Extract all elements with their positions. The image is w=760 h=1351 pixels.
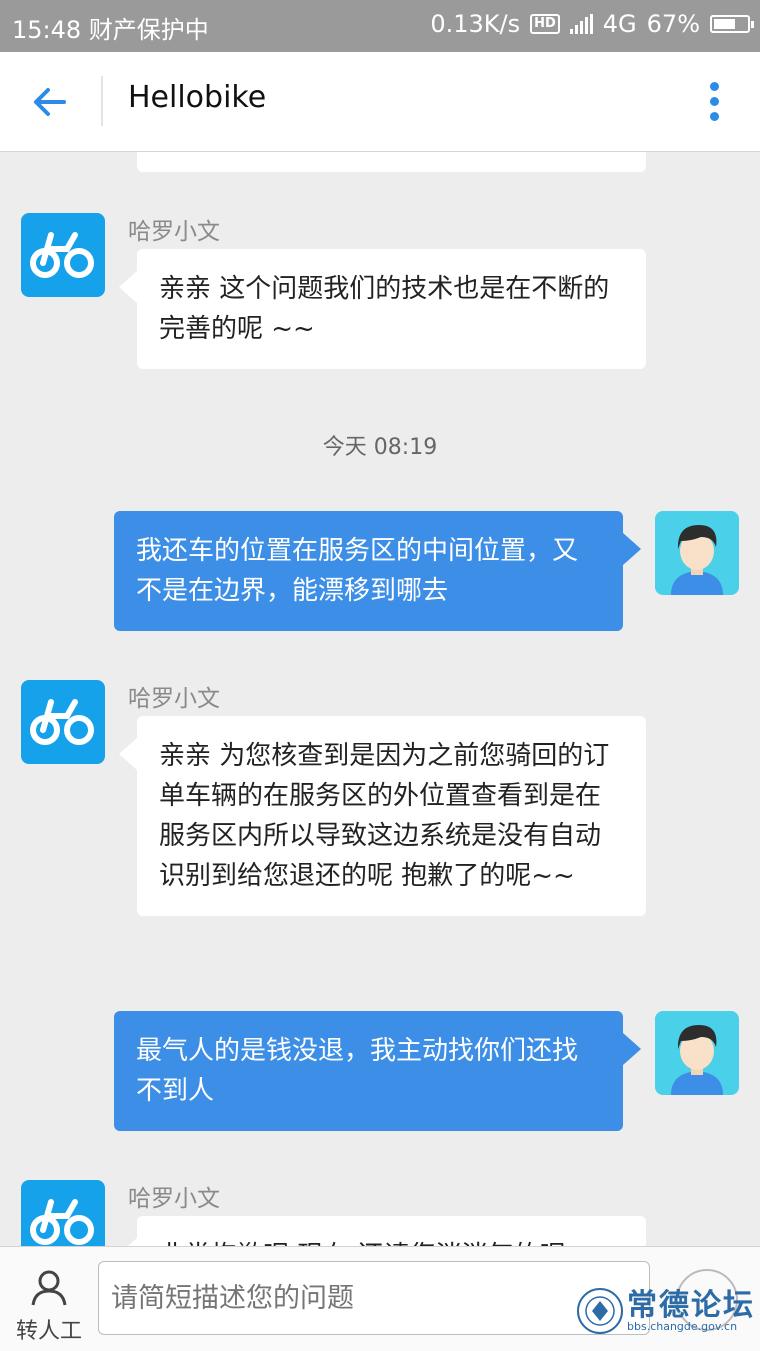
- hellobike-bot-avatar[interactable]: [21, 680, 105, 764]
- app-bar: Hellobike: [0, 52, 760, 152]
- status-notice: 财产保护中: [88, 16, 209, 44]
- hellobike-bot-avatar[interactable]: [21, 1180, 105, 1246]
- incoming-message-bubble: 非常抱歉呢 现在 还请您消消气的呢: [119, 1216, 646, 1246]
- incoming-message-bubble: 亲亲 这个问题我们的技术也是在不断的完善的呢 ~~: [119, 249, 646, 369]
- forum-watermark: 常德论坛 bbs.changde.gov.cn: [575, 1280, 755, 1342]
- outgoing-message-bubble: 我还车的位置在服务区的中间位置，又不是在边界，能漂移到哪去: [114, 511, 641, 631]
- transfer-agent-button[interactable]: 转人工: [8, 1267, 90, 1345]
- hellobike-logo-icon: [30, 1199, 94, 1245]
- incoming-message-bubble: 亲亲 为您核查到是因为之前您骑回的订单车辆的在服务区的外位置查看到是在服务区内所…: [119, 716, 646, 916]
- previous-message-bubble: [137, 152, 646, 172]
- hellobike-logo-icon: [30, 699, 94, 745]
- battery-percent: 67%: [646, 10, 700, 38]
- back-arrow-icon[interactable]: [30, 82, 70, 122]
- user-avatar[interactable]: [655, 1011, 739, 1095]
- network-type: 4G: [602, 10, 637, 38]
- page-title: Hellobike: [128, 80, 267, 115]
- transfer-agent-label: 转人工: [15, 1319, 82, 1344]
- user-avatar-icon: [671, 1025, 723, 1095]
- watermark-url: bbs.changde.gov.cn: [627, 1320, 738, 1333]
- message-timestamp: 今天 08:19: [322, 435, 438, 460]
- outgoing-message-bubble: 最气人的是钱没退，我主动找你们还找不到人: [114, 1011, 641, 1131]
- more-vertical-icon[interactable]: [710, 82, 720, 122]
- user-avatar-icon: [671, 525, 723, 595]
- signal-icon: [569, 14, 593, 34]
- chat-area[interactable]: 哈罗小文 亲亲 这个问题我们的技术也是在不断的完善的呢 ~~ 今天 08:19 …: [0, 152, 760, 1246]
- battery-icon: [710, 15, 754, 33]
- sender-name: 哈罗小文: [128, 219, 220, 245]
- battery-fill: [714, 19, 735, 29]
- status-bar: 15:48 财产保护中 0.13K/s HD 4G 67%: [0, 0, 760, 52]
- headset-agent-icon: [31, 1270, 67, 1306]
- header-divider: [101, 76, 103, 126]
- sender-name: 哈罗小文: [128, 1186, 220, 1212]
- user-avatar[interactable]: [655, 511, 739, 595]
- clock: 15:48: [12, 16, 82, 44]
- network-speed: 0.13K/s: [430, 10, 521, 38]
- message-input[interactable]: [98, 1261, 650, 1335]
- watermark-title: 常德论坛: [627, 1288, 755, 1323]
- hellobike-logo-icon: [30, 232, 94, 278]
- sender-name: 哈罗小文: [128, 686, 220, 712]
- hellobike-bot-avatar[interactable]: [21, 213, 105, 297]
- forum-seal-icon: [577, 1288, 623, 1334]
- hd-icon: HD: [530, 14, 560, 34]
